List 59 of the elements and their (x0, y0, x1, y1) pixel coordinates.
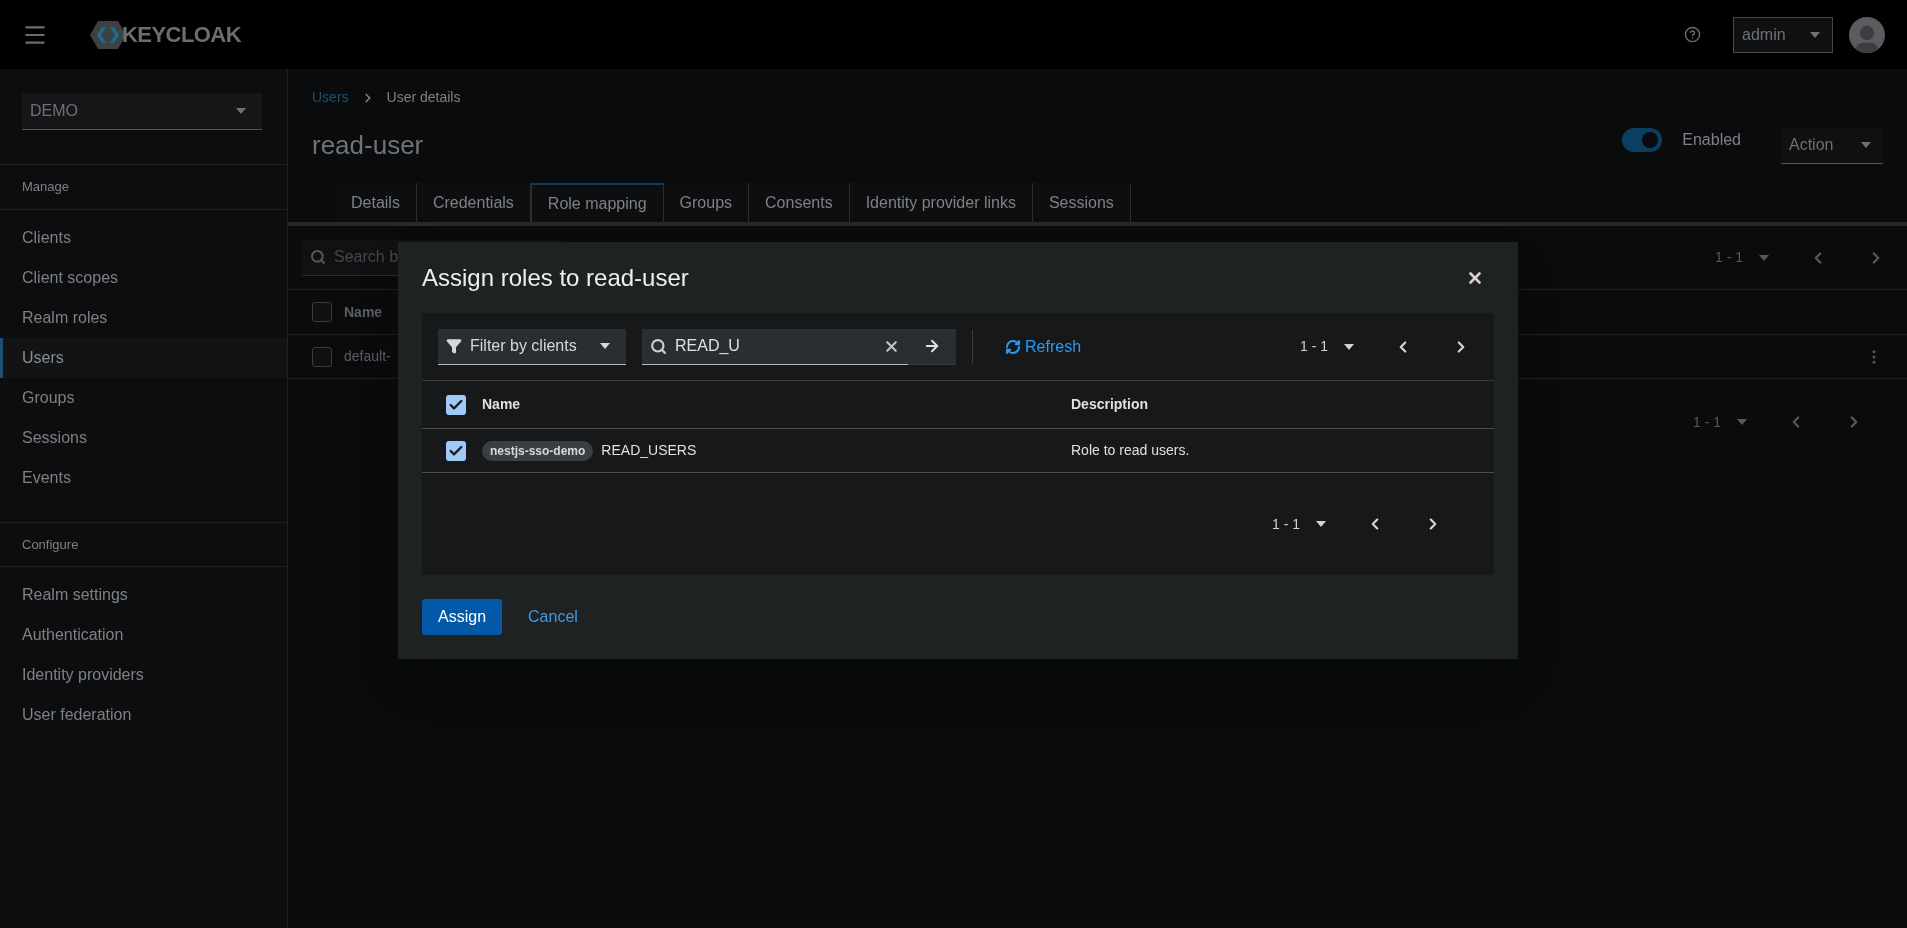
section-title: Configure (0, 522, 287, 567)
checkbox[interactable] (446, 440, 466, 461)
nav-item[interactable]: Users (0, 337, 287, 378)
caret-icon (1759, 254, 1769, 261)
refresh-button[interactable]: Refresh (1005, 334, 1082, 359)
checkbox[interactable] (312, 346, 332, 367)
search-field[interactable]: READ_U (642, 328, 908, 365)
column-header: Name (482, 395, 522, 414)
page-title: read-user (312, 129, 424, 162)
nav-item[interactable]: Clients (0, 217, 287, 258)
nav-item[interactable]: Sessions (0, 417, 287, 458)
caret-icon (236, 108, 246, 114)
caret-icon (1737, 419, 1747, 425)
nav-item[interactable]: Authentication (0, 615, 287, 655)
search-icon (310, 249, 326, 265)
nav-item[interactable]: Events (0, 457, 287, 498)
search-icon (650, 337, 667, 355)
refresh-icon (1005, 338, 1021, 355)
caret-icon (600, 343, 610, 349)
table-cell-text: Role to read users. (1071, 441, 1190, 460)
user-menu[interactable]: admin (1733, 16, 1833, 53)
filter-dropdown[interactable]: Filter by clients (438, 328, 626, 365)
search-button[interactable] (908, 328, 956, 365)
column-header: Name (344, 302, 383, 322)
modal-title: Assign roles to read-user (422, 262, 689, 293)
action-menu[interactable]: Action (1781, 127, 1883, 164)
role-name: READ_USERS (601, 441, 697, 460)
checkbox[interactable] (446, 394, 466, 415)
column-header: Description (1071, 395, 1148, 414)
avatar[interactable] (1849, 16, 1885, 53)
client-label: nestjs-sso-demo (482, 440, 594, 461)
toggle-switch[interactable] (1622, 127, 1663, 152)
help-icon[interactable] (1684, 26, 1701, 43)
checkbox[interactable] (312, 302, 332, 322)
nav-item[interactable]: Client scopes (0, 257, 287, 298)
caret-icon (1316, 521, 1326, 527)
assign-button[interactable]: Assign (422, 599, 503, 635)
caret-icon (1861, 142, 1871, 148)
pagination-menu[interactable]: 1 - 1 (1272, 513, 1326, 535)
filter-icon (446, 338, 462, 354)
section-title: Manage (0, 165, 287, 210)
logo-text: KEYCLOAK (122, 21, 242, 49)
caret-icon (1809, 31, 1820, 38)
pagination-menu[interactable]: 1 - 1 (1715, 247, 1769, 268)
tab[interactable]: Role mapping (530, 183, 664, 222)
nav-item[interactable]: Groups (0, 377, 287, 418)
toggle-label: Enabled (1682, 129, 1741, 150)
nav-item[interactable]: Realm roles (0, 297, 287, 338)
arrow-right-icon (923, 337, 941, 355)
breadcrumb-current: User details (386, 88, 461, 107)
cancel-link[interactable]: Cancel (512, 599, 594, 635)
nav-item[interactable]: Identity providers (0, 655, 287, 695)
nav-item[interactable]: User federation (0, 695, 287, 735)
caret-icon (1344, 343, 1354, 350)
table-cell-text: default- (344, 347, 391, 366)
pagination-menu[interactable]: 1 - 1 (1300, 336, 1354, 357)
pagination-menu[interactable]: 1 - 1 (1693, 411, 1747, 433)
nav-item[interactable]: Realm settings (0, 575, 287, 615)
realm-select[interactable]: DEMO (22, 93, 262, 130)
